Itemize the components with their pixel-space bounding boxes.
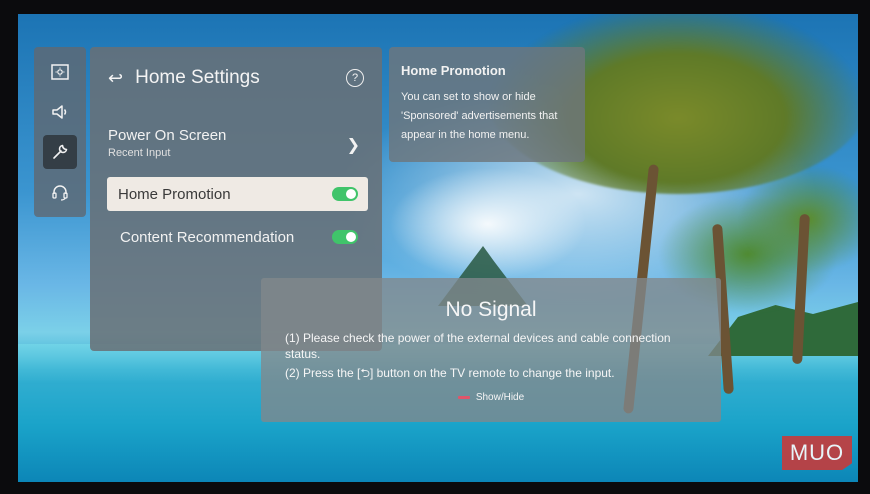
power-on-screen-item[interactable]: Power On Screen Recent Input ❯: [108, 127, 368, 167]
question-mark-icon[interactable]: ?: [346, 69, 364, 87]
general-settings-button[interactable]: [43, 135, 77, 169]
dialog-instruction: (2) Press the [⮌] button on the TV remot…: [285, 366, 615, 380]
back-arrow-icon[interactable]: ↩: [108, 68, 123, 89]
help-info-card: Home Promotion You can set to show or hi…: [389, 47, 585, 162]
tv-screen: ↩ Home Settings ? Power On Screen Recent…: [18, 14, 858, 482]
content-recommendation-toggle[interactable]: [332, 230, 358, 244]
sound-settings-button[interactable]: [43, 95, 77, 129]
info-line: 'Sponsored' advertisements that: [401, 110, 558, 122]
settings-category-rail: [34, 47, 86, 217]
support-settings-button[interactable]: [43, 175, 77, 209]
home-promotion-toggle[interactable]: [332, 187, 358, 201]
watermark-logo: MUO: [782, 436, 852, 470]
red-key-icon: [457, 396, 470, 399]
speaker-icon: [52, 105, 67, 119]
dialog-instruction: (1) Please check the power of the extern…: [285, 331, 671, 345]
home-promotion-label: Home Promotion: [118, 185, 231, 203]
power-on-screen-label: Power On Screen: [108, 127, 227, 144]
info-line: appear in the home menu.: [401, 129, 530, 141]
info-card-body: You can set to show or hide 'Sponsored' …: [401, 88, 573, 145]
no-signal-dialog: No Signal (1) Please check the power of …: [261, 278, 721, 422]
home-promotion-item[interactable]: Home Promotion: [107, 177, 368, 211]
chevron-right-icon: ❯: [346, 137, 360, 154]
panel-title: Home Settings: [135, 67, 260, 88]
toggle-knob: [346, 189, 356, 199]
info-card-title: Home Promotion: [401, 63, 506, 78]
picture-settings-button[interactable]: [43, 55, 77, 89]
show-hide-hint[interactable]: Show/Hide: [261, 392, 721, 403]
content-recommendation-label: Content Recommendation: [120, 228, 295, 246]
power-on-screen-value: Recent Input: [108, 147, 171, 159]
picture-icon: [51, 64, 69, 80]
wrench-icon: [53, 144, 68, 159]
panel-header: ↩ Home Settings ?: [108, 63, 364, 93]
content-recommendation-item[interactable]: Content Recommendation: [108, 223, 368, 251]
info-line: You can set to show or hide: [401, 91, 536, 103]
dialog-instruction: status.: [285, 347, 321, 361]
show-hide-label: Show/Hide: [475, 392, 525, 403]
dialog-title: No Signal: [445, 298, 537, 321]
headset-icon: [52, 185, 68, 201]
toggle-knob: [346, 232, 356, 242]
